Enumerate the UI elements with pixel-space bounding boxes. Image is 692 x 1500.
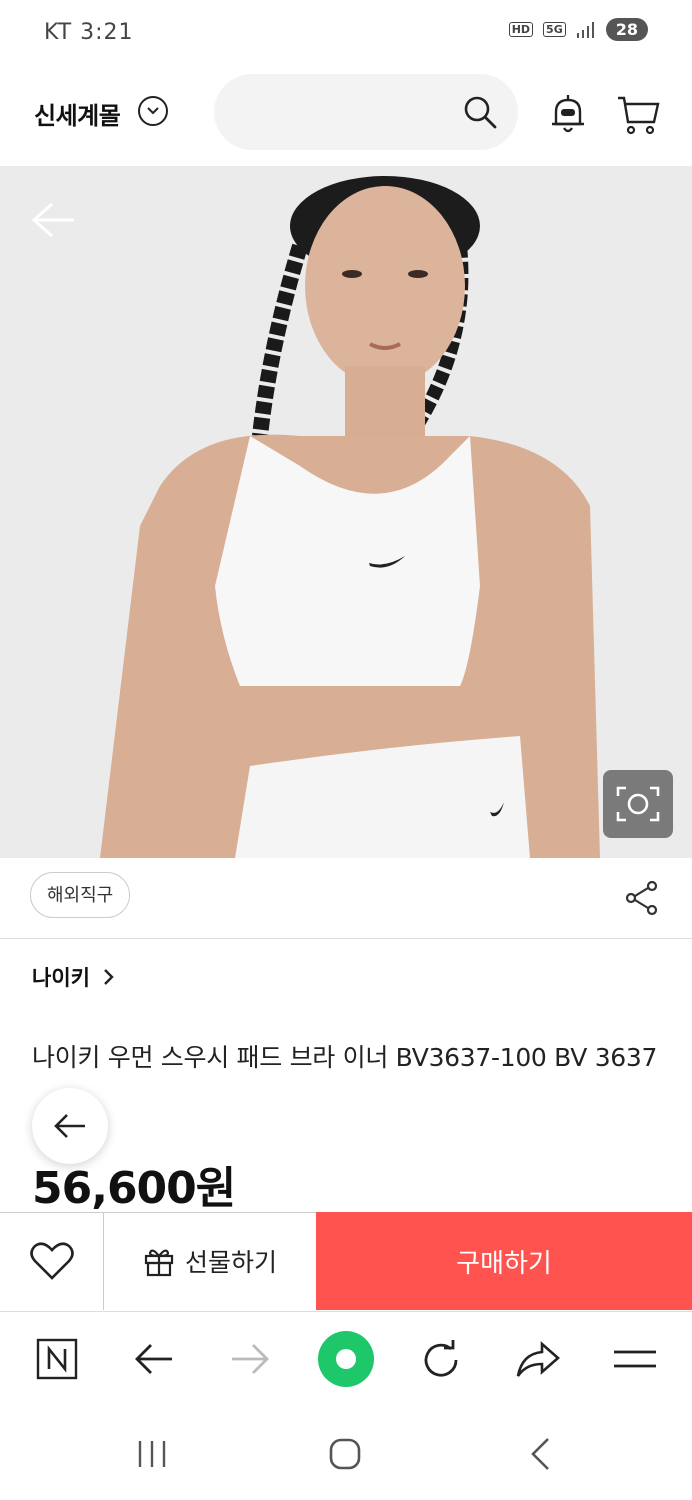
product-title: 나이키 우먼 스우시 패드 브라 이너 BV3637-100 BV 3637 xyxy=(32,1043,658,1072)
gift-label: 선물하기 xyxy=(184,1248,277,1277)
back-icon[interactable] xyxy=(528,1437,552,1471)
network-badge: 5G xyxy=(543,22,566,37)
chevron-down-icon[interactable] xyxy=(138,96,168,126)
divider xyxy=(0,938,692,939)
cart-icon[interactable] xyxy=(616,94,660,136)
naver-n-icon[interactable] xyxy=(36,1338,78,1380)
hd-badge: HD xyxy=(508,22,534,37)
menu-icon[interactable] xyxy=(612,1348,658,1370)
recent-apps-icon[interactable] xyxy=(136,1439,168,1469)
brand-name: 나이키 xyxy=(32,966,90,990)
status-carrier-time: KT 3:21 xyxy=(44,20,134,45)
buy-button[interactable]: 구매하기 xyxy=(316,1212,692,1310)
back-arrow-icon[interactable] xyxy=(30,200,76,240)
gift-icon xyxy=(144,1249,174,1277)
refresh-icon[interactable] xyxy=(420,1339,462,1381)
product-price: 56,600원 xyxy=(32,1163,236,1214)
product-image[interactable] xyxy=(0,166,692,858)
green-dot-icon[interactable] xyxy=(318,1331,374,1387)
chevron-right-icon xyxy=(104,969,114,985)
brand-link[interactable]: 나이키 xyxy=(32,962,114,992)
back-arrow-icon[interactable] xyxy=(134,1342,174,1376)
camera-lens-icon xyxy=(616,786,660,822)
wishlist-button[interactable] xyxy=(0,1212,104,1310)
browser-toolbar xyxy=(0,1311,692,1408)
system-nav-bar xyxy=(0,1407,692,1500)
heart-icon xyxy=(29,1242,74,1280)
home-icon[interactable] xyxy=(328,1437,362,1471)
battery-badge: 28 xyxy=(605,18,648,41)
mall-name[interactable]: 신세계몰 xyxy=(34,96,121,131)
status-bar: KT 3:21 HD 5G 28 xyxy=(0,0,692,68)
forward-arrow-icon[interactable] xyxy=(230,1342,270,1376)
back-arrow-icon xyxy=(54,1114,85,1138)
share-arrow-icon[interactable] xyxy=(516,1340,560,1380)
share-icon[interactable] xyxy=(624,880,660,916)
status-icons: HD 5G 28 xyxy=(508,18,648,41)
gift-button[interactable]: 선물하기 xyxy=(105,1212,315,1310)
bell-robot-icon[interactable] xyxy=(548,94,588,136)
search-icon[interactable] xyxy=(462,94,498,130)
product-photo xyxy=(0,166,692,858)
search-input[interactable] xyxy=(214,74,518,150)
overseas-direct-tag: 해외직구 xyxy=(30,872,131,918)
image-search-button[interactable] xyxy=(603,770,673,838)
signal-icon xyxy=(576,21,594,38)
